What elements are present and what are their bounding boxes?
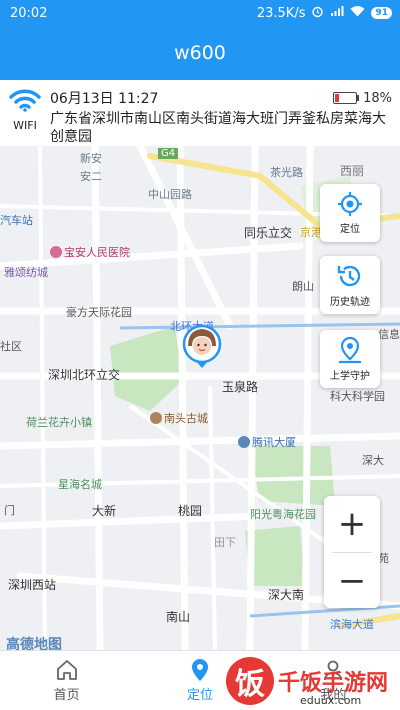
map-label: 荷兰花卉小镇 <box>26 416 92 429</box>
locate-button[interactable]: 定位 <box>320 184 380 242</box>
map-label: 桃园 <box>178 504 203 518</box>
map-label: 门 <box>4 504 15 517</box>
history-icon <box>337 265 361 287</box>
map-label: 腾讯大厦 <box>238 434 296 450</box>
map-label: 南山 <box>166 610 191 624</box>
wifi-label: WIFI <box>13 119 37 132</box>
map-pin-icon <box>339 336 361 364</box>
map-label: 南头古城 <box>150 410 208 426</box>
device-battery: 18% <box>333 91 392 106</box>
home-icon <box>55 658 79 682</box>
map-label: 深圳西站 <box>8 578 57 592</box>
map-label: 信息 <box>378 328 400 341</box>
map-label: 大新 <box>92 504 117 518</box>
tab-home[interactable]: 首页 <box>0 651 133 710</box>
map-label: 茶光路 <box>270 166 303 179</box>
locate-label: 定位 <box>340 224 360 235</box>
alarm-icon <box>311 5 324 22</box>
zoom-out-button[interactable]: − <box>324 553 380 609</box>
map-label: 阳光粤海花园 <box>250 508 316 521</box>
map-label: 中山园路 <box>148 188 192 201</box>
map-label-text: 腾讯大厦 <box>252 436 296 449</box>
crosshair-icon <box>338 192 362 216</box>
map-label: 西丽 <box>340 164 365 178</box>
map-label: 深大南 <box>268 588 305 602</box>
status-battery: 91 <box>371 7 392 19</box>
map-label: 豪方天际花园 <box>66 306 132 319</box>
watermark-logo: 饭 <box>226 657 274 705</box>
map-label: 科大科学园 <box>330 390 385 403</box>
device-info-panel: WIFI 06月13日 11:27 18% 广东省深圳市南山区南头街道海大班门弄… <box>0 80 400 146</box>
map-label: 深大 <box>362 454 384 467</box>
amap-logo: 高德地图 <box>6 637 62 650</box>
device-address: 广东省深圳市南山区南头街道海大班门弄釜私房菜海大创意园 <box>50 111 386 145</box>
map-label: 星海名城 <box>58 478 102 491</box>
child-avatar-icon <box>182 324 222 368</box>
watermark-url: eduux.com <box>300 694 362 707</box>
tab-home-label: 首页 <box>53 688 80 703</box>
history-track-label: 历史轨迹 <box>330 297 370 308</box>
map-label: 雅颂纺城 <box>4 266 48 279</box>
net-speed: 23.5K/s <box>256 5 306 21</box>
map-label: 深圳北环立交 <box>48 368 121 382</box>
device-location-marker[interactable] <box>182 324 222 370</box>
status-time: 20:02 <box>10 5 48 21</box>
map-label-text: 南头古城 <box>164 412 208 425</box>
wifi-icon <box>9 88 41 116</box>
watermark-title: 千饭手游网 <box>278 671 389 696</box>
map-label: 玉泉路 <box>222 380 259 394</box>
map-view[interactable]: 新安 安二 G4 中山园路 茶光路 西丽 汽车站 宝安人民医院 同乐立交 京港 … <box>0 146 400 650</box>
map-label: 宝安人民医院 <box>50 244 130 260</box>
map-label: 滨海大道 <box>330 618 374 631</box>
school-guard-button[interactable]: 上学守护 <box>320 330 380 388</box>
tab-locate-label: 定位 <box>186 688 213 703</box>
map-label-text: 宝安人民医院 <box>64 246 130 259</box>
zoom-in-button[interactable]: + <box>324 496 380 552</box>
wifi-status-icon <box>350 5 365 21</box>
page-title: w600 <box>174 42 226 64</box>
battery-icon <box>333 92 360 104</box>
school-guard-label: 上学守护 <box>330 371 370 382</box>
map-label: 社区 <box>0 340 22 353</box>
location-pin-icon <box>190 658 210 682</box>
map-label: 朗山 <box>292 280 314 293</box>
map-label: 新安 <box>80 152 102 165</box>
signal-icon <box>330 5 344 21</box>
history-track-button[interactable]: 历史轨迹 <box>320 256 380 314</box>
zoom-control: + − <box>324 496 380 608</box>
location-datetime: 06月13日 11:27 <box>50 91 159 107</box>
map-label: 京港 <box>300 226 322 239</box>
battery-percent: 18% <box>363 90 392 106</box>
map-label: 田下 <box>214 536 236 549</box>
map-label-g4: G4 <box>158 148 179 159</box>
map-label: 安二 <box>80 170 102 183</box>
status-bar: 20:02 23.5K/s 91 <box>0 0 400 26</box>
app-header: 20:02 23.5K/s 91 w600 <box>0 0 400 80</box>
map-label: 同乐立交 <box>244 226 293 240</box>
map-label: 汽车站 <box>0 214 33 227</box>
